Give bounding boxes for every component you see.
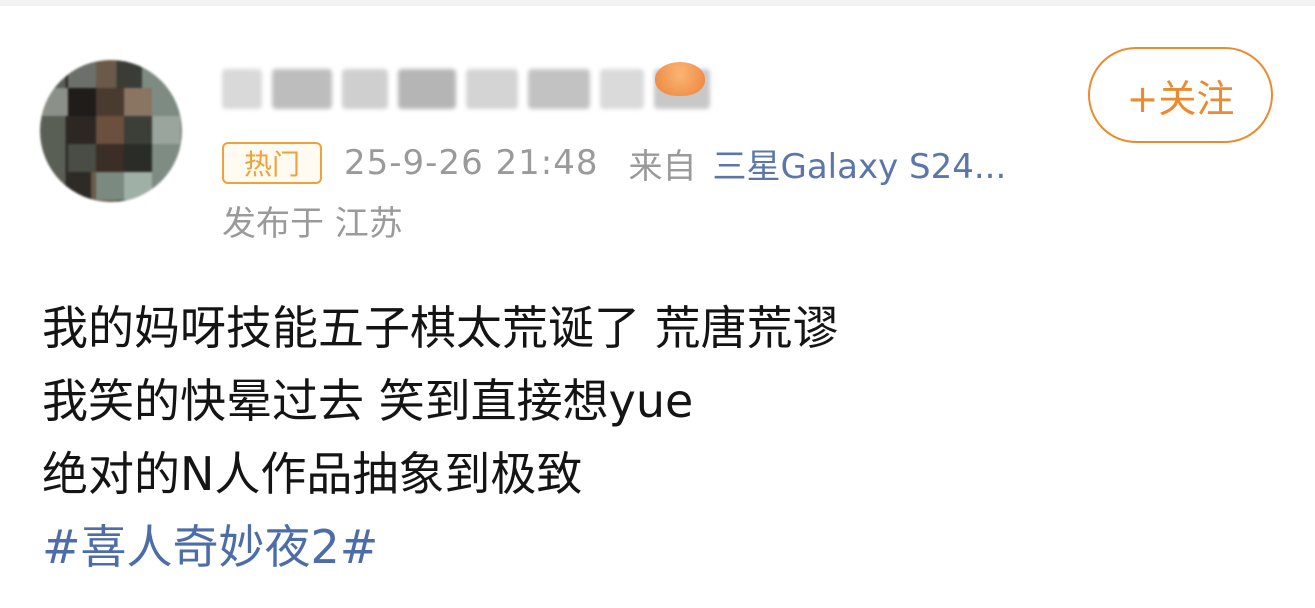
post-time: 25-9-26 21:48 xyxy=(344,143,599,183)
follow-button-label: +关注 xyxy=(1126,76,1235,121)
content-line: 绝对的N人作品抽象到极致 xyxy=(42,447,583,501)
follow-button[interactable]: +关注 xyxy=(1088,47,1273,143)
nickname-blurred[interactable] xyxy=(222,58,722,120)
content-line: 我笑的快晕过去 笑到直接想yue xyxy=(42,374,694,428)
level-badge-icon xyxy=(655,62,705,96)
hashtag-link[interactable]: #喜人奇妙夜2# xyxy=(42,511,1282,584)
post-location: 发布于 江苏 xyxy=(222,204,403,244)
avatar[interactable] xyxy=(40,60,182,202)
post-content: 我的妈呀技能五子棋太荒诞了 荒唐荒谬 我笑的快晕过去 笑到直接想yue 绝对的N… xyxy=(42,292,1282,584)
post-meta: 热门 25-9-26 21:48 来自 三星Galaxy S24... xyxy=(222,139,1007,188)
content-line: 我的妈呀技能五子棋太荒诞了 荒唐荒谬 xyxy=(42,301,839,355)
hot-badge: 热门 xyxy=(222,142,322,184)
source-device-link[interactable]: 三星Galaxy S24... xyxy=(713,139,1007,188)
top-divider xyxy=(0,0,1315,6)
source-prefix: 来自 xyxy=(628,146,697,187)
